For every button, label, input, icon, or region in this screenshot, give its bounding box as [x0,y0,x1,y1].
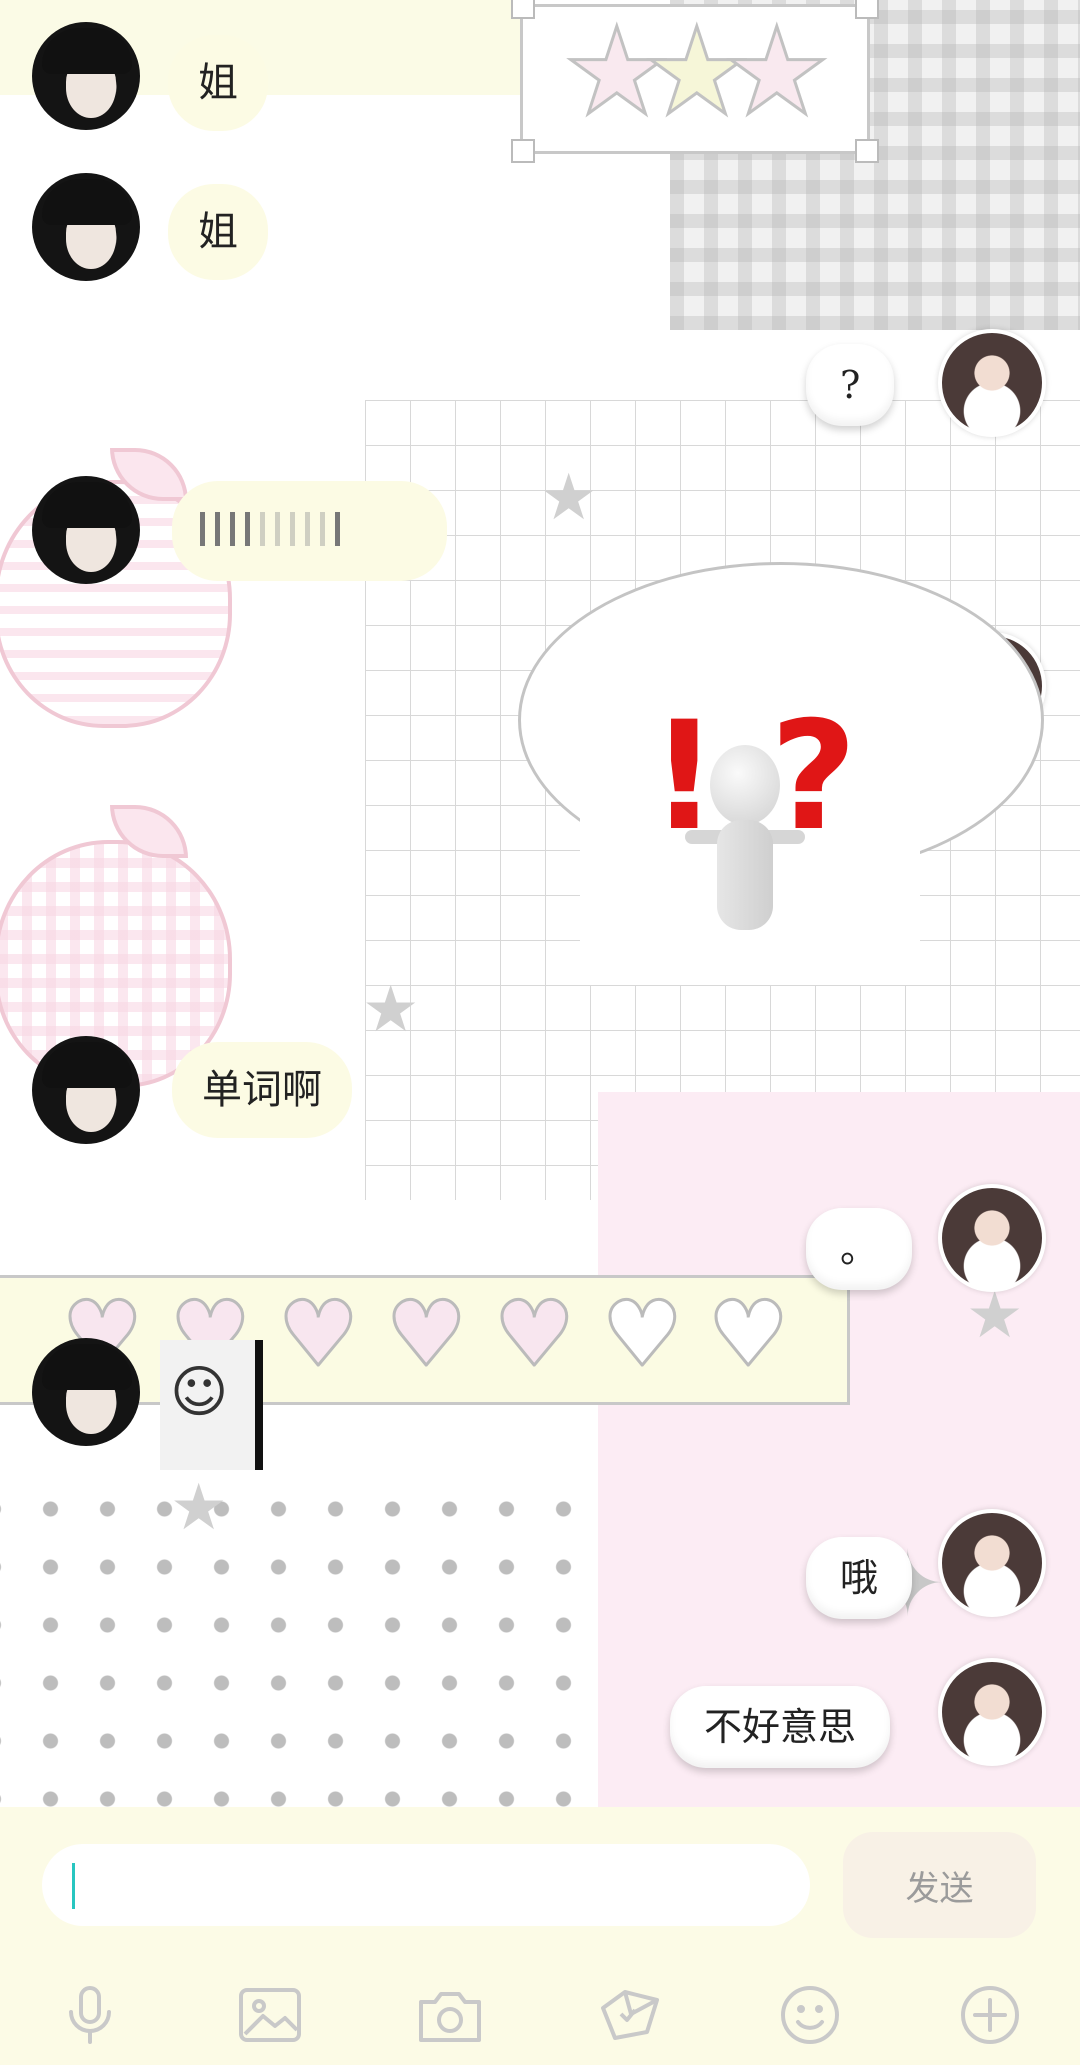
text-caret [72,1863,75,1909]
emoji-icon[interactable] [772,1977,848,2053]
message-bubble-incoming[interactable]: 单词啊 [172,1042,352,1138]
message-bubble-outgoing[interactable]: ? [806,344,895,426]
frame-handle [511,0,535,19]
message-bubble-incoming[interactable] [172,481,447,581]
figure-head [710,745,780,825]
camera-icon[interactable] [412,1977,488,2053]
contact-avatar[interactable] [32,173,140,281]
message-bubble-outgoing[interactable]: 。 [806,1208,913,1290]
sparkle-icon: ★ [362,973,420,1047]
microphone-icon[interactable] [52,1977,128,2053]
heart-icon: ♥ [707,1282,791,1387]
user-avatar[interactable] [938,329,1046,437]
sticker-message[interactable]: ! ? [580,660,920,985]
sticker-message[interactable]: ☺ [160,1340,263,1470]
wallpaper-star-frame: ★ ★ ★ [511,0,879,163]
heart-icon: ♥ [277,1282,361,1387]
figure-body [717,820,773,930]
send-button[interactable]: 发送 [843,1832,1036,1938]
frame-handle [511,139,535,163]
peeking-face-icon: ☺ [170,1360,229,1425]
contact-avatar[interactable] [32,1036,140,1144]
heart-icon: ♥ [601,1282,685,1387]
garbled-text-graphic [200,509,340,549]
frame-handle [855,0,879,19]
sparkle-icon: ★ [170,1471,228,1545]
heart-icon: ♥ [493,1282,577,1387]
star-icon: ★ [722,3,833,142]
contact-avatar[interactable] [32,1338,140,1446]
user-avatar[interactable] [938,1658,1046,1766]
contact-avatar[interactable] [32,22,140,130]
heart-icon: ♥ [385,1282,469,1387]
chat-input-bar: 发送 [0,1807,1080,2065]
frame-handle [855,139,879,163]
plus-icon[interactable] [952,1977,1028,2053]
message-bubble-outgoing[interactable]: 哦 [806,1537,913,1619]
red-packet-icon[interactable] [592,1977,668,2053]
message-bubble-incoming[interactable]: 姐 [168,35,268,131]
user-avatar[interactable] [938,1509,1046,1617]
user-avatar[interactable] [938,1184,1046,1292]
message-input[interactable] [42,1844,810,1926]
sparkle-icon: ★ [540,461,598,535]
sparkle-icon: ★ [966,1279,1024,1353]
image-icon[interactable] [232,1977,308,2053]
wallpaper-dots [0,1480,598,1807]
message-bubble-incoming[interactable]: 姐 [168,184,268,280]
contact-avatar[interactable] [32,476,140,584]
message-bubble-outgoing[interactable]: 不好意思 [670,1686,891,1768]
